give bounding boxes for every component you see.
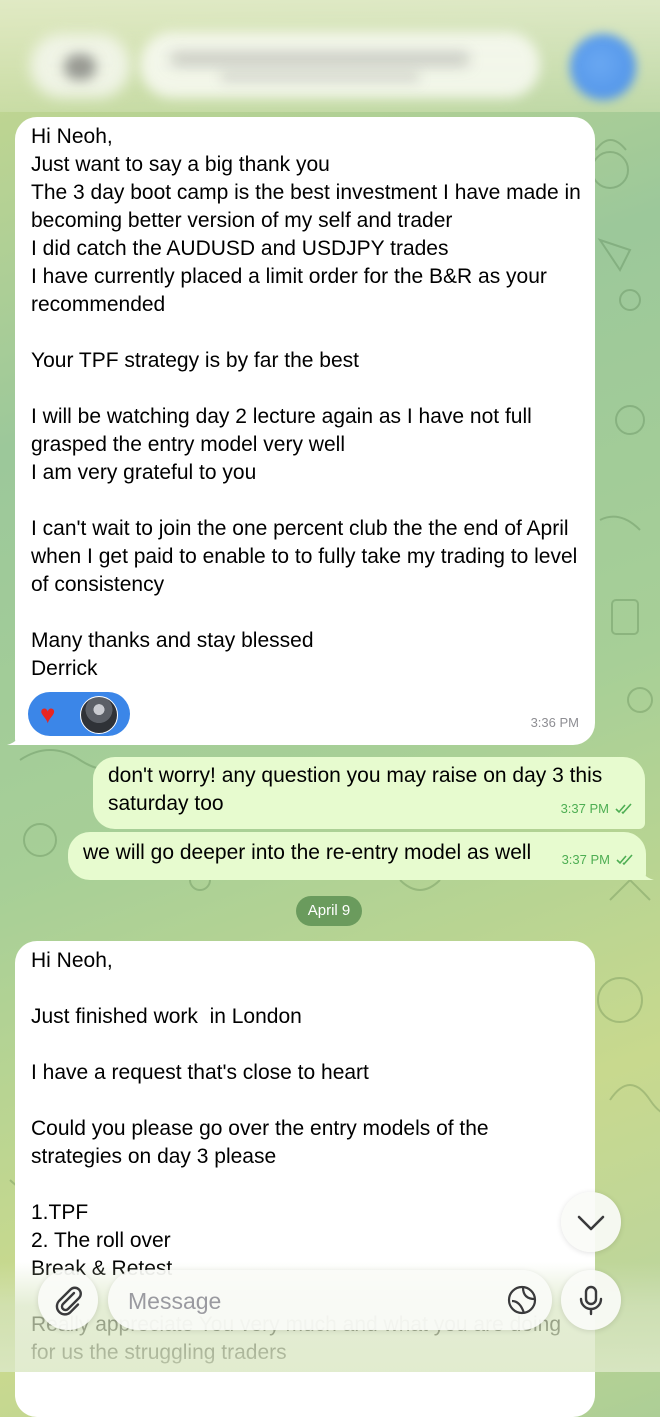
message-bubble-incoming[interactable]: Hi Neoh, Just want to say a big thank yo… — [7, 117, 595, 745]
chat-avatar[interactable] — [570, 34, 636, 100]
message-time: 3:36 PM — [530, 715, 579, 730]
message-text: don't worry! any question you may raise … — [108, 764, 609, 815]
read-checkmark-icon — [616, 854, 633, 866]
message-time: 3:37 PM — [561, 852, 610, 867]
reactions-pill[interactable]: ♥ — [28, 692, 130, 736]
attach-icon — [55, 1286, 82, 1316]
message-time-status: 3:37 PM — [561, 795, 633, 823]
chevron-down-icon — [577, 1215, 605, 1231]
chat-header — [0, 0, 660, 112]
message-text: Hi Neoh, Just want to say a big thank yo… — [31, 125, 581, 680]
read-checkmark-icon — [615, 803, 632, 815]
back-icon — [64, 54, 96, 80]
mic-icon — [579, 1285, 603, 1316]
mic-button[interactable] — [561, 1270, 621, 1330]
reactor-avatar — [80, 696, 118, 734]
message-composer — [108, 1270, 552, 1330]
bubble-tail — [7, 727, 29, 745]
message-input[interactable] — [126, 1284, 490, 1318]
message-time: 3:37 PM — [560, 801, 609, 816]
chat-title-redacted — [170, 52, 470, 66]
date-separator: April 9 — [296, 896, 362, 926]
attach-button[interactable] — [38, 1270, 98, 1330]
sticker-icon[interactable] — [506, 1284, 538, 1316]
message-time-status: 3:37 PM — [562, 846, 634, 874]
bubble-tail — [632, 862, 654, 880]
message-text: we will go deeper into the re-entry mode… — [83, 841, 532, 864]
heart-icon: ♥ — [40, 699, 56, 729]
chat-subtitle-redacted — [220, 72, 420, 82]
message-bubble-outgoing[interactable]: don't worry! any question you may raise … — [93, 757, 645, 829]
message-bubble-outgoing[interactable]: we will go deeper into the re-entry mode… — [68, 832, 654, 880]
scroll-down-button[interactable] — [561, 1192, 621, 1252]
